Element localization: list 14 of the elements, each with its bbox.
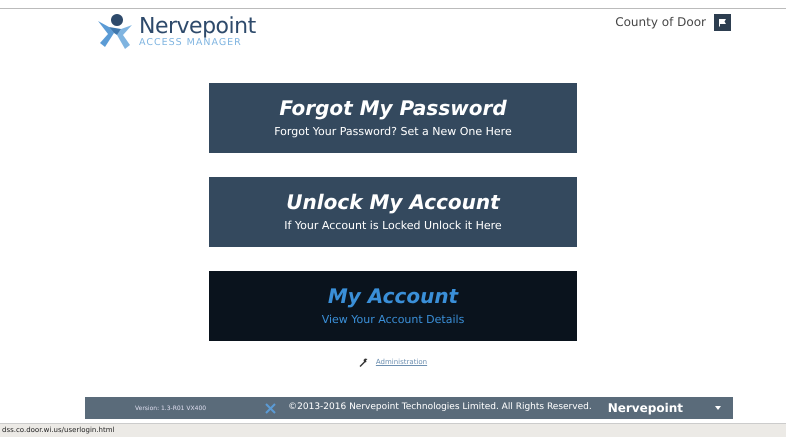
caret-icon[interactable] — [715, 406, 721, 410]
tile-button[interactable]: Forgot My Password Forgot Your Password? Set a New One Here — [209, 83, 577, 153]
logo-subtitle: ACCESS MANAGER — [139, 38, 242, 48]
footer-brand: Nervepoint — [608, 400, 683, 417]
organization-name: County of Door — [615, 14, 706, 31]
flag-icon — [718, 18, 727, 26]
logo-icon — [265, 402, 276, 414]
logo-icon — [95, 13, 135, 51]
flag-button[interactable] — [714, 14, 731, 30]
wrench-icon — [358, 358, 368, 367]
tile-button[interactable]: My Account View Your Account Details — [209, 271, 577, 341]
copyright-text: ©2013-2016 Nervepoint Technologies Limited. All Rights Reserved. — [288, 401, 592, 414]
tile-button[interactable]: Unlock My Account If Your Account is Locked Unlock it Here — [209, 177, 577, 247]
logo-name: Nervepoint — [139, 16, 256, 38]
